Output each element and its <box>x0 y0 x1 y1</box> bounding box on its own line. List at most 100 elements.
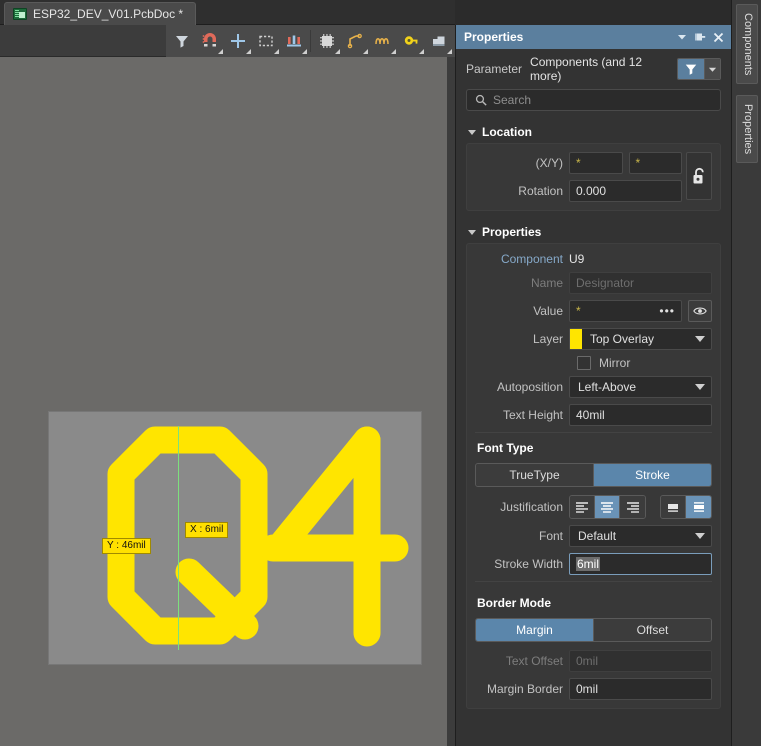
font-row: Font Default <box>475 525 712 547</box>
place-ic-button[interactable] <box>313 27 341 55</box>
chevron-down-icon <box>695 336 705 342</box>
justify-right-icon <box>626 502 639 513</box>
dropdown-corner[interactable] <box>335 49 340 54</box>
rotation-label: Rotation <box>518 184 563 198</box>
section-title-location: Location <box>482 125 532 139</box>
funnel-icon <box>685 64 697 75</box>
align-middle-button[interactable] <box>686 496 711 518</box>
justification-label: Justification <box>500 500 563 514</box>
border-mode-margin-button[interactable]: Margin <box>476 619 594 641</box>
text-offset-label: Text Offset <box>505 654 563 668</box>
pcb-editor-area: ESP32_DEV_V01.PcbDoc * X: 6mil Y: 46mi… <box>0 0 455 746</box>
stroke-width-value: 6mil <box>576 557 601 571</box>
text-height-row: Text Height 40mil <box>475 404 712 426</box>
parameter-scope-value[interactable]: Components (and 12 more) <box>530 55 669 83</box>
name-row: Name Designator <box>475 272 712 294</box>
tooltip-x-offset: X : 6mil <box>185 522 229 538</box>
search-wrapper <box>456 87 731 119</box>
dropdown-corner[interactable] <box>363 49 368 54</box>
alignment-centerline <box>178 426 179 650</box>
justify-center-button[interactable] <box>595 496 621 518</box>
dropdown-corner[interactable] <box>419 49 424 54</box>
panel-menu-button[interactable] <box>673 28 691 46</box>
parameter-filter-button[interactable] <box>678 59 704 79</box>
properties-group: Component U9 Name Designator Value * ••• <box>466 243 721 709</box>
xy-label: (X/Y) <box>535 156 563 170</box>
font-select[interactable]: Default <box>569 525 712 547</box>
pcb-canvas[interactable]: X : 6mil Y : 46mil <box>0 57 447 746</box>
dropdown-corner[interactable] <box>274 49 279 54</box>
align-bottom-icon <box>668 504 679 512</box>
dropdown-corner[interactable] <box>246 49 251 54</box>
mirror-checkbox[interactable] <box>577 356 591 370</box>
search-box[interactable] <box>466 89 721 111</box>
location-y-input[interactable]: * <box>628 152 682 174</box>
value-visibility-button[interactable] <box>688 300 712 322</box>
chevron-down-icon <box>678 35 686 40</box>
silkscreen-designator-q4[interactable]: X : 6mil Y : 46mil <box>49 412 421 664</box>
font-select-value: Default <box>578 529 617 543</box>
font-type-toggle: TrueType Stroke <box>475 463 712 487</box>
search-input[interactable] <box>493 93 712 107</box>
margin-border-input[interactable]: 0mil <box>569 678 712 700</box>
chevron-down-icon <box>695 533 705 539</box>
crosshair-tool-button[interactable] <box>224 27 252 55</box>
tune-tool-button[interactable] <box>369 27 397 55</box>
align-bottom-button[interactable] <box>661 496 687 518</box>
via-tool-button[interactable] <box>397 27 425 55</box>
document-tab-label: ESP32_DEV_V01.PcbDoc * <box>33 7 184 21</box>
stroke-width-input[interactable]: 6mil <box>569 553 712 575</box>
magnet-tool-button[interactable] <box>196 27 224 55</box>
location-lock-button[interactable] <box>686 152 712 200</box>
pcb-document-icon <box>13 8 27 20</box>
justify-right-button[interactable] <box>620 496 645 518</box>
component-value: U9 <box>569 252 585 266</box>
properties-panel-header: Properties <box>456 25 731 49</box>
layer-select[interactable]: Top Overlay <box>569 328 712 350</box>
dropdown-corner[interactable] <box>447 49 452 54</box>
crosshair-icon <box>231 34 245 48</box>
justify-left-button[interactable] <box>570 496 596 518</box>
rail-tab-properties[interactable]: Properties <box>736 95 758 164</box>
text-offset-input[interactable]: 0mil <box>569 650 712 672</box>
border-mode-offset-button[interactable]: Offset <box>594 619 711 641</box>
rail-tab-components[interactable]: Components <box>736 4 758 85</box>
name-input[interactable]: Designator <box>569 272 712 294</box>
text-offset-row: Text Offset 0mil <box>475 650 712 672</box>
font-type-truetype-button[interactable]: TrueType <box>476 464 594 486</box>
autoposition-select[interactable]: Left-Above <box>569 376 712 398</box>
squiggle-icon <box>375 38 389 45</box>
parameter-filter-dropdown[interactable] <box>704 59 720 79</box>
place-component-button[interactable] <box>280 27 308 55</box>
tooltip-y-offset: Y : 46mil <box>102 538 151 554</box>
dropdown-corner[interactable] <box>302 49 307 54</box>
chevron-down-icon <box>708 67 717 72</box>
route-tool-button[interactable] <box>341 27 369 55</box>
filter-tool-button[interactable] <box>168 27 196 55</box>
unlocked-padlock-icon <box>693 167 704 183</box>
location-x-input[interactable]: * <box>569 152 623 174</box>
section-header-location[interactable]: Location <box>456 119 731 143</box>
canvas-scroll-gutter[interactable] <box>447 57 455 746</box>
collapse-triangle-icon <box>468 129 476 135</box>
value-input-text: * <box>576 304 581 318</box>
panel-close-button[interactable] <box>709 28 727 46</box>
rotation-input[interactable]: 0.000 <box>569 180 682 202</box>
section-header-properties[interactable]: Properties <box>456 219 731 243</box>
pcb-board-region[interactable]: X : 6mil Y : 46mil <box>48 411 422 665</box>
font-type-stroke-button[interactable]: Stroke <box>594 464 711 486</box>
rail-tab-properties-label: Properties <box>742 104 754 155</box>
document-tab-pcbdoc[interactable]: ESP32_DEV_V01.PcbDoc * <box>4 2 197 25</box>
panel-pin-button[interactable] <box>691 28 709 46</box>
dropdown-corner[interactable] <box>391 49 396 54</box>
component-label[interactable]: Component <box>475 252 563 266</box>
polygon-pour-button[interactable] <box>425 27 453 55</box>
value-ellipsis-button[interactable]: ••• <box>659 304 675 318</box>
text-height-input[interactable]: 40mil <box>569 404 712 426</box>
layer-row: Layer Top Overlay <box>475 328 712 350</box>
value-input[interactable]: * ••• <box>569 300 682 322</box>
dropdown-corner[interactable] <box>218 49 223 54</box>
section-title-properties: Properties <box>482 225 542 239</box>
selection-tool-button[interactable] <box>252 27 280 55</box>
stroke-width-label: Stroke Width <box>494 557 563 571</box>
